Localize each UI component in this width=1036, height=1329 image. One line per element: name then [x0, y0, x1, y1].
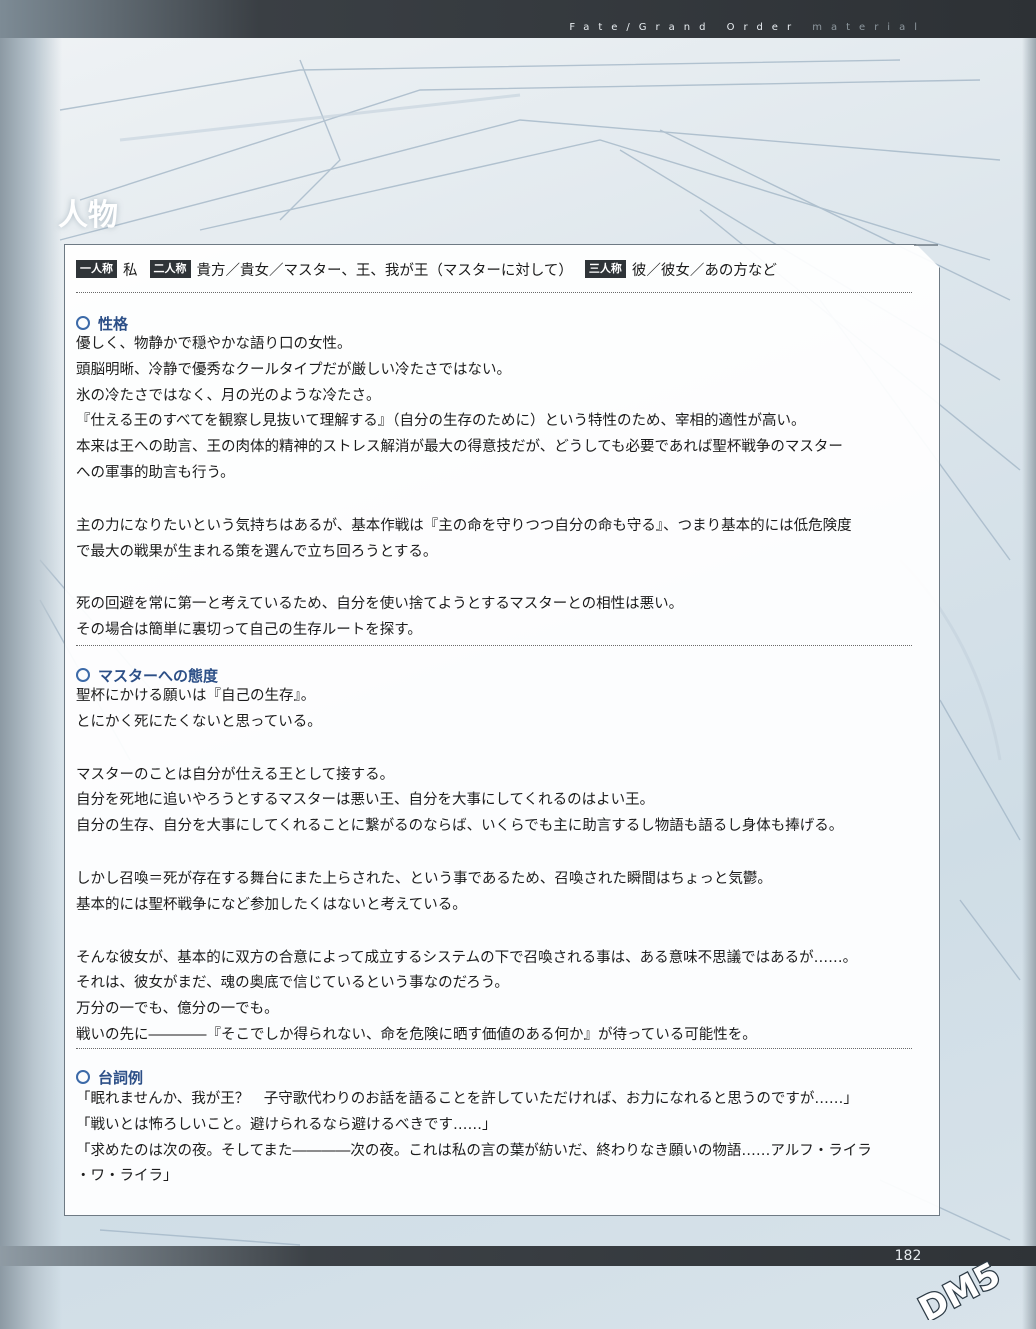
first-person-tag: 一人称 [76, 260, 117, 278]
text-line: 主の力になりたいという気持ちはあるが、基本作戦は『主の命を守りつつ自分の命も守る… [76, 517, 852, 534]
text-line: とにかく死にたくないと思っている。 [76, 713, 322, 730]
circle-bullet-icon [76, 316, 90, 330]
text-line: 優しく、物静かで穏やかな語り口の女性。 [76, 336, 352, 352]
text-line: 戦いの先に――――『そこでしか得られない、命を危険に晒す価値のある何か』が待って… [76, 1026, 757, 1043]
page-edge [1022, 0, 1036, 1329]
text-line: 万分の一でも、億分の一でも。 [76, 1001, 279, 1018]
third-person-value: 彼／彼女／あの方など [631, 262, 777, 279]
personality-text: 優しく、物静かで穏やかな語り口の女性。 頭脳明晰、冷静で優秀なクールタイプだが厳… [76, 332, 926, 644]
pronoun-row: 一人称 私 二人称 貴方／貴女／マスター、王、我が王（マスターに対して） 三人称… [76, 258, 789, 280]
section-heading: 人物 [58, 198, 118, 233]
text-line: 死の回避を常に第一と考えているため、自分を使い捨てようとするマスターとの相性は悪… [76, 596, 684, 613]
header-title-text: Fate/Grand Order [569, 22, 801, 33]
circle-bullet-icon [76, 668, 90, 682]
text-line: 基本的には聖杯戦争になど参加したくはないと考えている。 [76, 896, 467, 913]
lines-heading: 台詞例 [76, 1066, 143, 1088]
quote-line: ・ワ・ライラ」 [76, 1168, 178, 1185]
text-line: その場合は簡単に裏切って自己の生存ルートを探す。 [76, 622, 422, 639]
text-line: 頭脳明晰、冷静で優秀なクールタイプだが厳しい冷たさではない。 [76, 361, 511, 378]
panel-corner-cut [914, 244, 938, 246]
personality-heading: 性格 [76, 312, 128, 334]
text-line: そんな彼女が、基本的に双方の合意によって成立するシステムの下で召喚される事は、あ… [76, 949, 858, 966]
quote-line: 「眠れませんか、我が王？ 子守歌代わりのお話を語ることを許していただければ、お力… [76, 1091, 858, 1107]
text-line: 自分を死地に追いやろうとするマスターは悪い王、自分を大事にしてくれるのはよい王。 [76, 792, 655, 809]
dm5-watermark-logo: DM5 [911, 1253, 1008, 1320]
text-line: への軍事的助言も行う。 [76, 464, 235, 481]
personality-heading-text: 性格 [98, 314, 129, 333]
attitude-text: 聖杯にかける願いは『自己の生存』。 とにかく死にたくないと思っている。 マスター… [76, 684, 926, 1049]
first-person-value: 私 [123, 262, 138, 279]
text-line: 自分の生存、自分を大事にしてくれることに繋がるのならば、いくらでも主に助言するし… [76, 818, 844, 835]
attitude-heading: マスターへの態度 [76, 664, 218, 686]
third-person-tag: 三人称 [584, 260, 626, 278]
text-line: 聖杯にかける願いは『自己の生存』。 [76, 688, 316, 704]
quote-line: 「戦いとは怖ろしいこと。避けられるなら避けるべきです……」 [76, 1116, 497, 1133]
second-person-value: 貴方／貴女／マスター、王、我が王（マスターに対して） [196, 262, 573, 279]
text-line: それは、彼女がまだ、魂の奥底で信じているという事なのだろう。 [76, 975, 509, 992]
lines-heading-text: 台詞例 [98, 1068, 144, 1087]
divider-3 [76, 1048, 912, 1049]
divider-2 [76, 645, 912, 646]
watermark-text: DM5 [912, 1255, 1006, 1320]
circle-bullet-icon [76, 1070, 90, 1084]
quote-line: 「求めたのは次の夜。そしてまた――――次の夜。これは私の言の葉が紡いだ、終わりな… [76, 1142, 872, 1159]
book-spine-shadow [0, 0, 62, 1329]
divider-1 [76, 292, 912, 293]
header-subtitle: material [812, 22, 926, 33]
text-line: 氷の冷たさではなく、月の光のような冷たさ。 [76, 387, 381, 404]
header-title: Fate/Grand Order material [569, 22, 926, 38]
attitude-heading-text: マスターへの態度 [98, 666, 219, 685]
text-line: 『仕える王のすべてを観察し見抜いて理解する』（自分の生存のために）という特性のた… [76, 413, 806, 430]
lines-text: 「眠れませんか、我が王？ 子守歌代わりのお話を語ることを許していただければ、お力… [76, 1087, 926, 1190]
text-line: しかし召喚＝死が存在する舞台にまた上らされた、という事であるため、召喚された瞬間… [76, 870, 772, 887]
text-line: 本来は王への助言、王の肉体的精神的ストレス解消が最大の得意技だが、どうしても必要… [76, 439, 843, 456]
text-line: マスターのことは自分が仕える王として接する。 [76, 766, 395, 783]
second-person-tag: 二人称 [149, 260, 191, 278]
text-line: で最大の戦果が生まれる策を選んで立ち回ろうとする。 [76, 543, 438, 560]
